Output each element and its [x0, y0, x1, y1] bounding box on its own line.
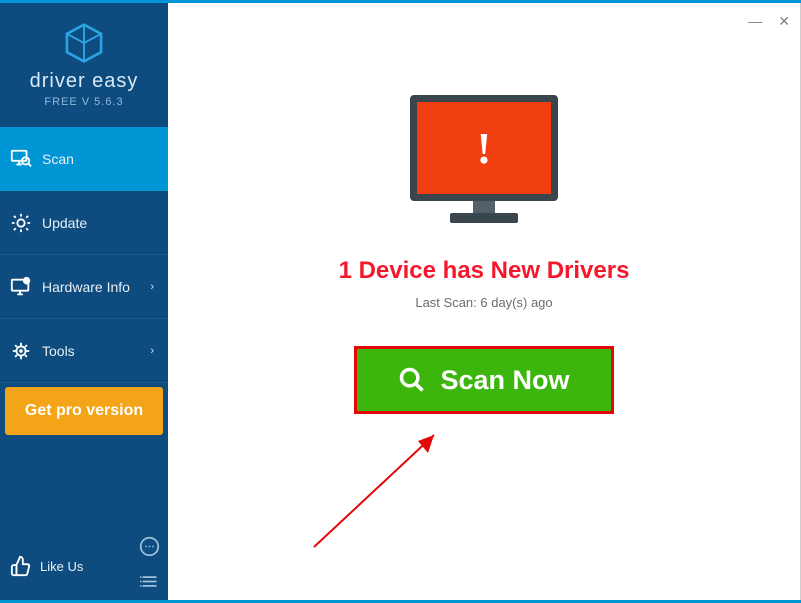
nav: Scan Update [0, 127, 168, 383]
sidebar: driver easy FREE V 5.6.3 Scan [0, 3, 168, 600]
tools-gear-icon [10, 340, 32, 362]
brand-name: driver easy [30, 70, 139, 93]
nav-item-scan[interactable]: Scan [0, 127, 168, 191]
bottom-bar: Like Us [0, 532, 168, 600]
nav-item-tools[interactable]: Tools › [0, 319, 168, 383]
like-label: Like Us [40, 559, 83, 574]
scan-monitor-icon [10, 148, 32, 170]
minimize-button[interactable]: — [748, 13, 762, 30]
version-label: FREE V 5.6.3 [44, 96, 123, 108]
nav-label-update: Update [42, 215, 158, 231]
nav-label-tools: Tools [42, 343, 150, 359]
search-icon [398, 366, 440, 394]
like-icon[interactable] [10, 555, 32, 577]
nav-item-update[interactable]: Update [0, 191, 168, 255]
nav-label-scan: Scan [42, 151, 158, 167]
logo-icon [63, 22, 105, 70]
last-scan-text: Last Scan: 6 day(s) ago [415, 295, 552, 310]
main-center: ! 1 Device has New Drivers Last Scan: 6 … [168, 95, 800, 414]
get-pro-button[interactable]: Get pro version [5, 387, 163, 435]
menu-list-icon[interactable] [139, 571, 160, 592]
feedback-icon[interactable] [139, 536, 160, 557]
content-area: — ✕ ! 1 Device has New Drivers Last Scan… [168, 3, 801, 600]
logo-area: driver easy FREE V 5.6.3 [0, 3, 168, 127]
nav-item-hardware-info[interactable]: i Hardware Info › [0, 255, 168, 319]
alert-monitor-graphic: ! [410, 95, 558, 233]
svg-text:i: i [26, 279, 27, 285]
nav-label-hardware: Hardware Info [42, 279, 150, 295]
scan-now-button[interactable]: Scan Now [354, 346, 614, 414]
chevron-right-icon: › [150, 345, 154, 357]
hardware-info-icon: i [10, 276, 32, 298]
exclamation-icon: ! [477, 123, 492, 174]
annotation-arrow [294, 417, 524, 557]
window-controls: — ✕ [748, 13, 790, 30]
headline-text: 1 Device has New Drivers [339, 257, 630, 285]
chevron-right-icon: › [150, 281, 154, 293]
close-button[interactable]: ✕ [778, 13, 790, 30]
update-gear-icon [10, 212, 32, 234]
app-window: driver easy FREE V 5.6.3 Scan [0, 0, 801, 603]
get-pro-label: Get pro version [25, 402, 143, 420]
scan-now-label: Scan Now [440, 365, 569, 396]
